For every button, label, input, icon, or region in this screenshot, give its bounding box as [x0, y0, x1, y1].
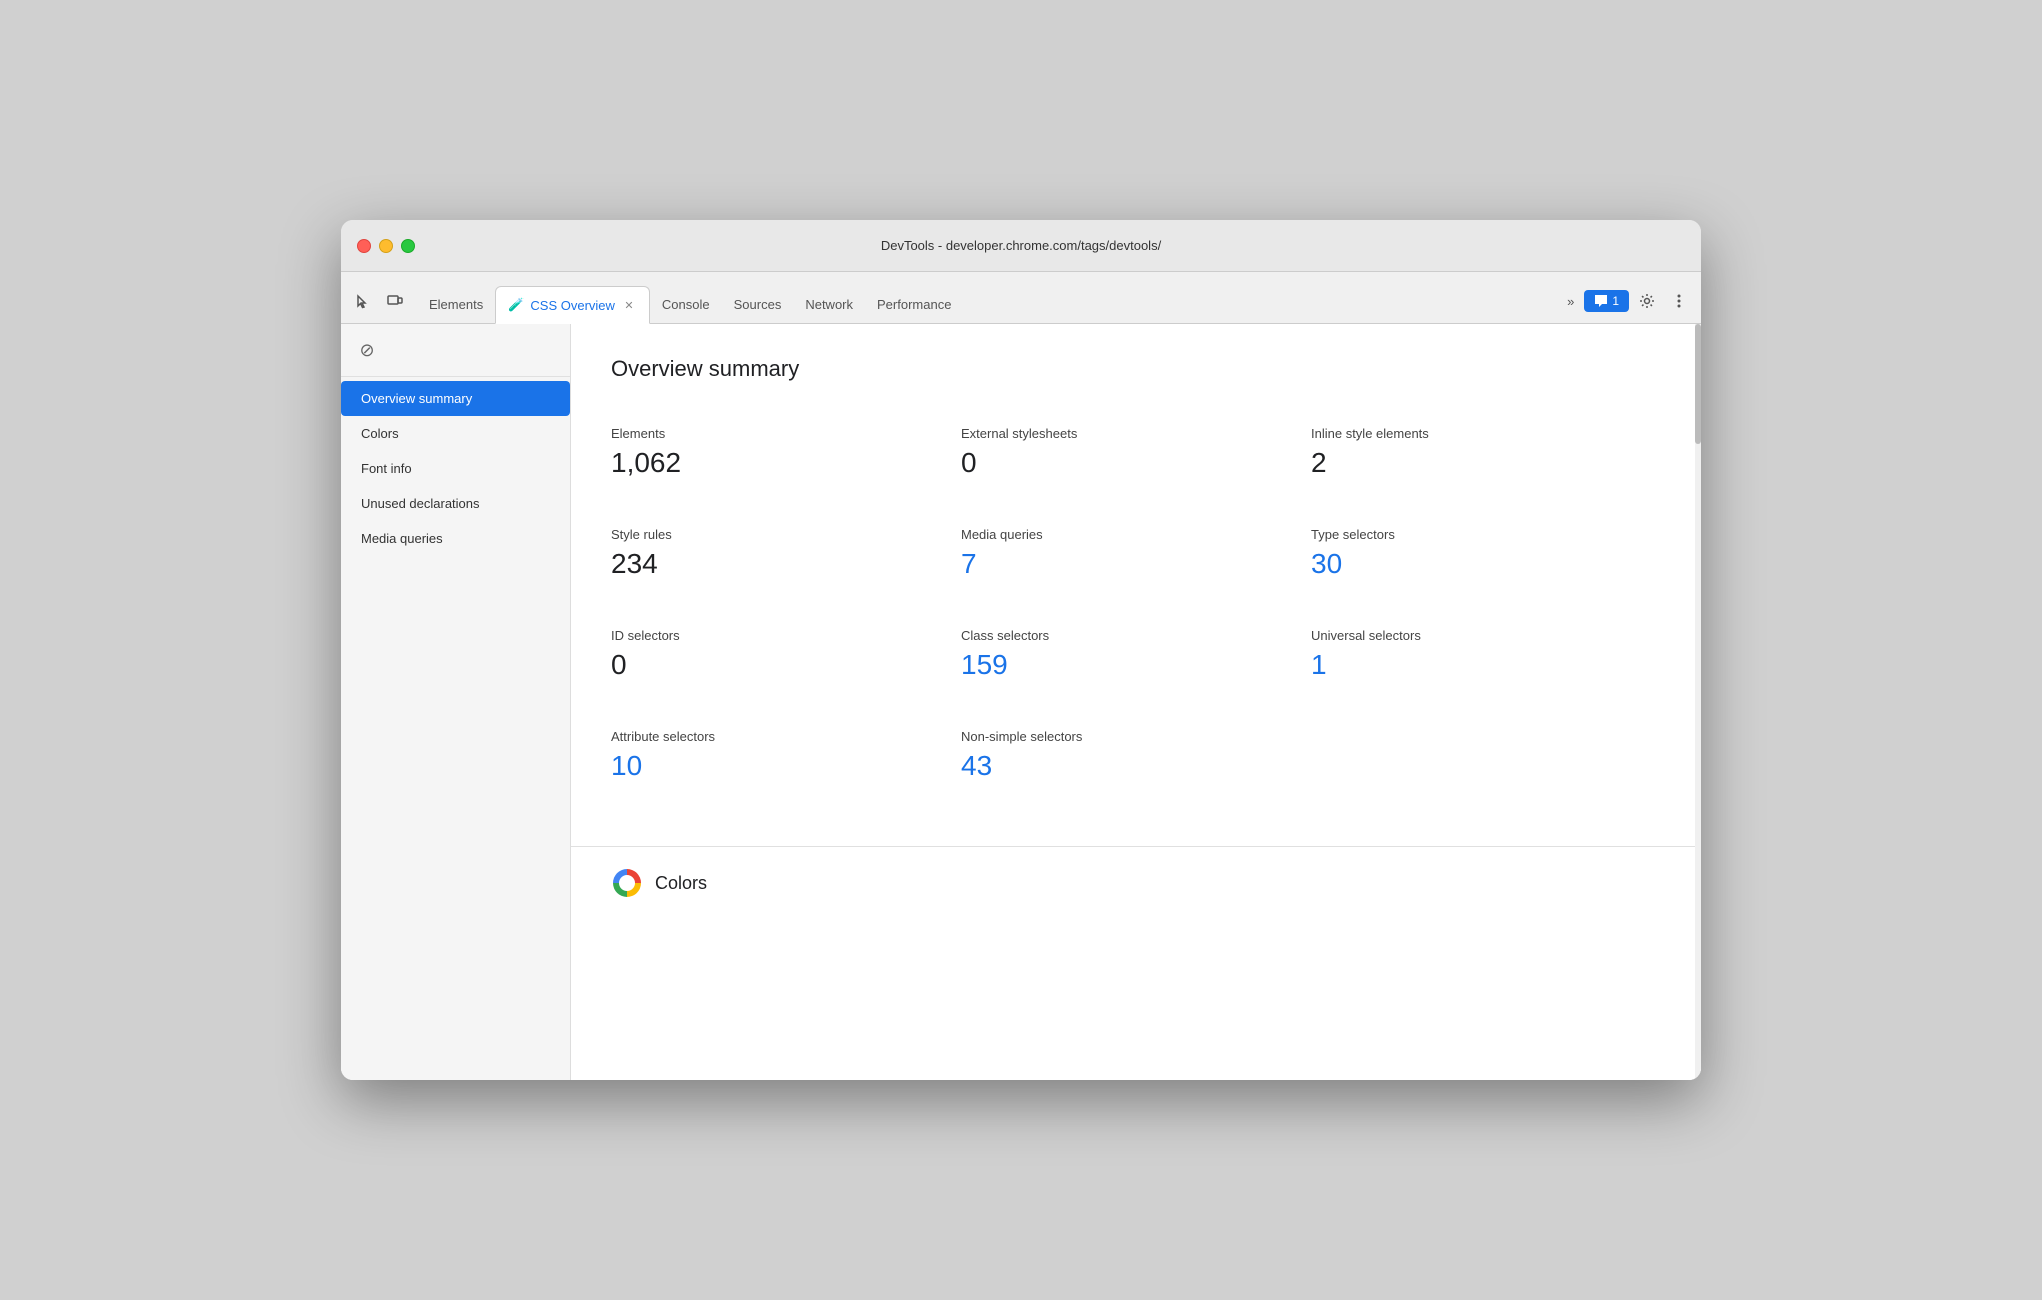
stats-row-1: Elements 1,062 External stylesheets 0 In…: [611, 410, 1661, 503]
tab-console[interactable]: Console: [650, 285, 722, 323]
more-options-button[interactable]: [1665, 287, 1693, 315]
sidebar-item-colors[interactable]: Colors: [341, 416, 570, 451]
stat-universal-selectors-label: Universal selectors: [1311, 628, 1637, 643]
stat-inline-style-elements-label: Inline style elements: [1311, 426, 1637, 441]
tab-bar: Elements 🧪 CSS Overview ✕ Console Source…: [341, 272, 1701, 324]
stat-inline-style-elements: Inline style elements 2: [1311, 410, 1661, 503]
stat-attribute-selectors: Attribute selectors 10: [611, 713, 961, 806]
traffic-lights: [357, 239, 415, 253]
more-tabs-button[interactable]: »: [1561, 290, 1580, 313]
stat-non-simple-selectors-label: Non-simple selectors: [961, 729, 1287, 744]
stat-inline-style-elements-value: 2: [1311, 447, 1637, 479]
select-element-icon[interactable]: [349, 287, 377, 315]
stat-type-selectors: Type selectors 30: [1311, 511, 1661, 604]
scroll-thumb[interactable]: [1695, 324, 1701, 444]
sidebar-item-media-queries-label: Media queries: [361, 531, 443, 546]
stat-class-selectors-value[interactable]: 159: [961, 649, 1287, 681]
close-window-button[interactable]: [357, 239, 371, 253]
title-bar: DevTools - developer.chrome.com/tags/dev…: [341, 220, 1701, 272]
tab-performance-label: Performance: [877, 297, 951, 312]
sidebar-item-colors-label: Colors: [361, 426, 399, 441]
stat-universal-selectors-value[interactable]: 1: [1311, 649, 1637, 681]
stat-type-selectors-label: Type selectors: [1311, 527, 1637, 542]
window-title: DevTools - developer.chrome.com/tags/dev…: [881, 238, 1161, 253]
sidebar-item-font-info-label: Font info: [361, 461, 412, 476]
tab-elements[interactable]: Elements: [417, 285, 495, 323]
feedback-button[interactable]: 1: [1584, 290, 1629, 312]
sidebar-top: ⊘: [341, 324, 570, 377]
device-toolbar-icon[interactable]: [381, 287, 409, 315]
tab-css-overview-label: CSS Overview: [530, 298, 615, 313]
stat-attribute-selectors-label: Attribute selectors: [611, 729, 937, 744]
colors-title: Colors: [655, 873, 707, 894]
stat-elements-label: Elements: [611, 426, 937, 441]
stat-class-selectors: Class selectors 159: [961, 612, 1311, 705]
stat-class-selectors-label: Class selectors: [961, 628, 1287, 643]
tab-bar-right: » 1: [1561, 287, 1693, 323]
tab-bar-tools: [349, 287, 409, 323]
stat-external-stylesheets-label: External stylesheets: [961, 426, 1287, 441]
stat-id-selectors: ID selectors 0: [611, 612, 961, 705]
colors-icon: [611, 867, 643, 899]
sidebar-item-overview-summary-label: Overview summary: [361, 391, 472, 406]
colors-header: Colors: [611, 867, 1661, 899]
block-icon: ⊘: [353, 336, 381, 364]
stats-row-2: Style rules 234 Media queries 7 Type sel…: [611, 511, 1661, 604]
stat-empty-3: [1311, 713, 1661, 806]
content-panel: Overview summary Elements 1,062 External…: [571, 324, 1701, 1080]
stat-media-queries-value[interactable]: 7: [961, 548, 1287, 580]
tab-elements-label: Elements: [429, 297, 483, 312]
stat-non-simple-selectors-value[interactable]: 43: [961, 750, 1287, 782]
tab-css-overview-close[interactable]: ✕: [621, 297, 637, 313]
maximize-window-button[interactable]: [401, 239, 415, 253]
tab-network-label: Network: [805, 297, 853, 312]
settings-button[interactable]: [1633, 287, 1661, 315]
tab-css-overview[interactable]: 🧪 CSS Overview ✕: [495, 286, 650, 324]
stat-attribute-selectors-value[interactable]: 10: [611, 750, 937, 782]
stat-media-queries-label: Media queries: [961, 527, 1287, 542]
minimize-window-button[interactable]: [379, 239, 393, 253]
stat-style-rules-value: 234: [611, 548, 937, 580]
tab-console-label: Console: [662, 297, 710, 312]
tab-network[interactable]: Network: [793, 285, 865, 323]
stat-type-selectors-value[interactable]: 30: [1311, 548, 1637, 580]
scrollbar[interactable]: [1695, 324, 1701, 1080]
feedback-count: 1: [1612, 294, 1619, 308]
devtools-window: DevTools - developer.chrome.com/tags/dev…: [341, 220, 1701, 1080]
content-inner: Overview summary Elements 1,062 External…: [571, 324, 1701, 846]
tab-css-overview-icon: 🧪: [508, 297, 524, 313]
stat-elements-value: 1,062: [611, 447, 937, 479]
sidebar-item-font-info[interactable]: Font info: [341, 451, 570, 486]
stat-id-selectors-value: 0: [611, 649, 937, 681]
stats-row-3: ID selectors 0 Class selectors 159 Unive…: [611, 612, 1661, 705]
stat-style-rules: Style rules 234: [611, 511, 961, 604]
sidebar: ⊘ Overview summary Colors Font info Unus…: [341, 324, 571, 1080]
stat-elements: Elements 1,062: [611, 410, 961, 503]
tab-performance[interactable]: Performance: [865, 285, 963, 323]
stat-media-queries: Media queries 7: [961, 511, 1311, 604]
stat-non-simple-selectors: Non-simple selectors 43: [961, 713, 1311, 806]
colors-section: Colors: [571, 846, 1701, 927]
stat-id-selectors-label: ID selectors: [611, 628, 937, 643]
page-title: Overview summary: [611, 356, 1661, 382]
stat-external-stylesheets: External stylesheets 0: [961, 410, 1311, 503]
stat-external-stylesheets-value: 0: [961, 447, 1287, 479]
sidebar-item-unused-declarations[interactable]: Unused declarations: [341, 486, 570, 521]
sidebar-item-unused-declarations-label: Unused declarations: [361, 496, 480, 511]
tab-sources[interactable]: Sources: [722, 285, 794, 323]
stats-row-4: Attribute selectors 10 Non-simple select…: [611, 713, 1661, 806]
tab-sources-label: Sources: [734, 297, 782, 312]
stat-universal-selectors: Universal selectors 1: [1311, 612, 1661, 705]
sidebar-item-overview-summary[interactable]: Overview summary: [341, 381, 570, 416]
sidebar-nav: Overview summary Colors Font info Unused…: [341, 377, 570, 560]
sidebar-item-media-queries[interactable]: Media queries: [341, 521, 570, 556]
stat-style-rules-label: Style rules: [611, 527, 937, 542]
main-content: ⊘ Overview summary Colors Font info Unus…: [341, 324, 1701, 1080]
